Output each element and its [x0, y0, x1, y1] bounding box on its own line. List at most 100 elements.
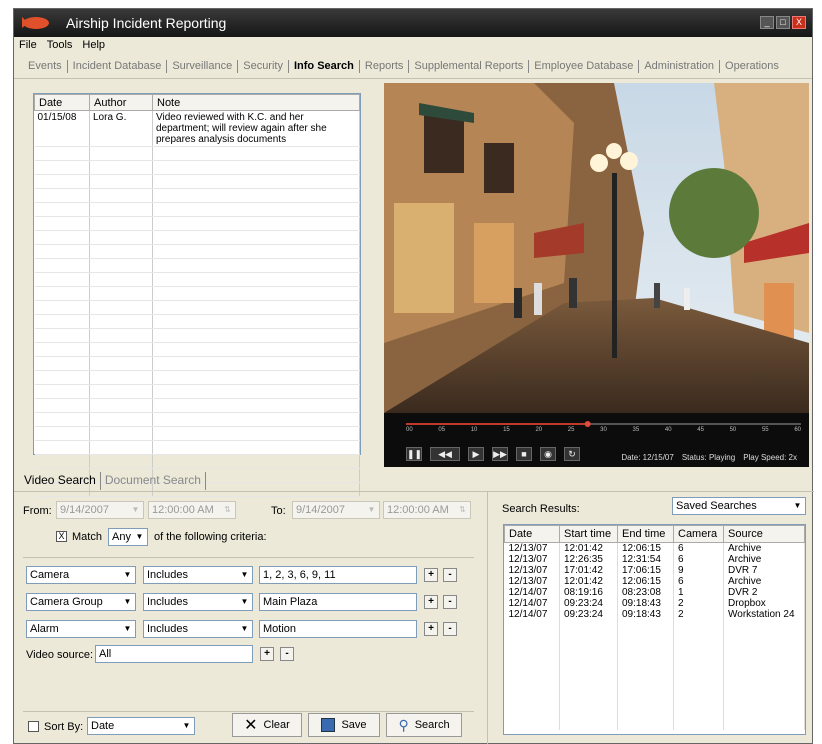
- chevron-down-icon[interactable]: ▼: [364, 502, 379, 518]
- tab-video-search[interactable]: Video Search: [20, 472, 101, 490]
- remove-criteria-button[interactable]: -: [443, 622, 457, 636]
- table-row[interactable]: 12/14/07 09:23:24 09:18:43 2 Dropbox: [504, 598, 805, 609]
- clear-button[interactable]: ✕ Clear: [232, 713, 302, 737]
- save-button[interactable]: Save: [308, 713, 380, 737]
- sort-checkbox[interactable]: [28, 721, 39, 732]
- table-row[interactable]: 12/13/07 12:01:42 12:06:15 6 Archive: [504, 542, 805, 554]
- notes-row: [34, 426, 360, 441]
- criteria-operator-select[interactable]: Includes ▼: [143, 620, 253, 638]
- remove-criteria-button[interactable]: -: [443, 568, 457, 582]
- chevron-down-icon[interactable]: ▼: [237, 621, 252, 637]
- chevron-down-icon[interactable]: ▼: [120, 621, 135, 637]
- table-row[interactable]: 12/13/07 17:01:42 17:06:15 9 DVR 7: [504, 565, 805, 576]
- spinner-icon[interactable]: ⇅: [220, 502, 235, 518]
- sort-select[interactable]: Date ▼: [87, 717, 195, 735]
- pause-button[interactable]: ❚❚: [406, 447, 422, 461]
- notes-row: [34, 370, 360, 385]
- add-criteria-button[interactable]: +: [424, 622, 438, 636]
- notes-row[interactable]: 01/15/08 Lora G. Video reviewed with K.C. …: [34, 110, 360, 147]
- to-time-input[interactable]: 12:00:00 AM ⇅: [383, 501, 471, 519]
- maximize-button[interactable]: □: [776, 16, 790, 29]
- minimize-button[interactable]: _: [760, 16, 774, 29]
- window-title: Airship Incident Reporting: [66, 15, 227, 31]
- rewind-button[interactable]: ◀◀: [430, 447, 460, 461]
- table-row: [504, 697, 805, 708]
- criteria-field-select[interactable]: Alarm ▼: [26, 620, 136, 638]
- from-date-input[interactable]: 9/14/2007 ▼: [56, 501, 144, 519]
- menu-file[interactable]: File: [19, 39, 37, 51]
- table-row[interactable]: 12/14/07 09:23:24 09:18:43 2 Workstation 24: [504, 609, 805, 620]
- menu-tools[interactable]: Tools: [47, 39, 73, 51]
- tab-operations[interactable]: Operations: [720, 60, 784, 73]
- saved-searches-select[interactable]: Saved Searches ▼: [672, 497, 806, 515]
- search-button[interactable]: ⚲ Search: [386, 713, 462, 737]
- add-criteria-button[interactable]: +: [424, 595, 438, 609]
- chevron-down-icon[interactable]: ▼: [179, 718, 194, 734]
- result-cell: 12:26:35: [559, 554, 618, 565]
- chevron-down-icon[interactable]: ▼: [237, 567, 252, 583]
- table-row[interactable]: 12/14/07 08:19:16 08:23:08 1 DVR 2: [504, 587, 805, 598]
- video-source-input[interactable]: All: [95, 645, 253, 663]
- chevron-down-icon[interactable]: ▼: [128, 502, 143, 518]
- close-button[interactable]: X: [792, 16, 806, 29]
- tab-surveillance[interactable]: Surveillance: [167, 60, 239, 73]
- to-date-input[interactable]: 9/14/2007 ▼: [292, 501, 380, 519]
- match-checkbox[interactable]: X: [56, 531, 67, 542]
- results-header[interactable]: Camera: [673, 525, 724, 543]
- from-time-input[interactable]: 12:00:00 AM ⇅: [148, 501, 236, 519]
- tab-events[interactable]: Events: [23, 60, 68, 73]
- criteria-value-input[interactable]: 1, 2, 3, 6, 9, 11: [259, 566, 417, 584]
- stop-button[interactable]: ■: [516, 447, 532, 461]
- remove-criteria-button[interactable]: -: [443, 595, 457, 609]
- criteria-value-input[interactable]: Motion: [259, 620, 417, 638]
- chevron-down-icon[interactable]: ▼: [237, 594, 252, 610]
- notes-row: [34, 342, 360, 357]
- refresh-icon[interactable]: ↻: [564, 447, 580, 461]
- criteria-operator-select[interactable]: Includes ▼: [143, 593, 253, 611]
- remove-source-button[interactable]: -: [280, 647, 294, 661]
- add-source-button[interactable]: +: [260, 647, 274, 661]
- search-results-table[interactable]: Date Start time End time Camera Source 12/13…: [503, 524, 806, 735]
- tab-employee-database[interactable]: Employee Database: [529, 60, 640, 73]
- add-criteria-button[interactable]: +: [424, 568, 438, 582]
- sort-label: Sort By:: [44, 721, 84, 733]
- results-header[interactable]: End time: [617, 525, 674, 543]
- criteria-field-select[interactable]: Camera ▼: [26, 566, 136, 584]
- chevron-down-icon[interactable]: ▼: [120, 594, 135, 610]
- tab-document-search[interactable]: Document Search: [101, 472, 206, 490]
- play-button[interactable]: ▶: [468, 447, 484, 461]
- results-header[interactable]: Start time: [559, 525, 618, 543]
- results-header[interactable]: Source: [723, 525, 805, 543]
- surveillance-video-frame[interactable]: [384, 83, 809, 413]
- spinner-icon[interactable]: ⇅: [455, 502, 470, 518]
- chevron-down-icon[interactable]: ▼: [132, 529, 147, 545]
- results-header[interactable]: Date: [504, 525, 560, 543]
- tab-incident-database[interactable]: Incident Database: [68, 60, 168, 73]
- criteria-operator-select[interactable]: Includes ▼: [143, 566, 253, 584]
- menu-help[interactable]: Help: [82, 39, 105, 51]
- criteria-field: Alarm: [30, 623, 59, 635]
- match-select[interactable]: Any ▼: [108, 528, 148, 546]
- criteria-field-select[interactable]: Camera Group ▼: [26, 593, 136, 611]
- tab-administration[interactable]: Administration: [639, 60, 721, 73]
- tab-info-search[interactable]: Info Search: [289, 60, 360, 73]
- tab-security[interactable]: Security: [238, 60, 289, 73]
- criteria-value-input[interactable]: Main Plaza: [259, 593, 417, 611]
- table-row[interactable]: 12/13/07 12:26:35 12:31:54 6 Archive: [504, 554, 805, 565]
- notes-header-note[interactable]: Note: [152, 94, 360, 111]
- result-cell: Archive: [723, 554, 805, 565]
- notes-row: [34, 286, 360, 301]
- main-tabs: Events Incident Database Surveillance Se…: [14, 55, 812, 79]
- airship-logo-icon: [22, 17, 49, 29]
- chevron-down-icon[interactable]: ▼: [120, 567, 135, 583]
- chevron-down-icon[interactable]: ▼: [790, 498, 805, 514]
- record-icon[interactable]: ◉: [540, 447, 556, 461]
- notes-header-date[interactable]: Date: [34, 94, 90, 111]
- fast-forward-button[interactable]: ▶▶: [492, 447, 508, 461]
- notes-table[interactable]: Date Author Note 01/15/08 Lora G. Video re…: [33, 93, 361, 497]
- notes-header-author[interactable]: Author: [89, 94, 153, 111]
- notes-row: [34, 300, 360, 315]
- tab-reports[interactable]: Reports: [360, 60, 410, 73]
- tab-supplemental-reports[interactable]: Supplemental Reports: [409, 60, 530, 73]
- table-row[interactable]: 12/13/07 12:01:42 12:06:15 6 Archive: [504, 576, 805, 587]
